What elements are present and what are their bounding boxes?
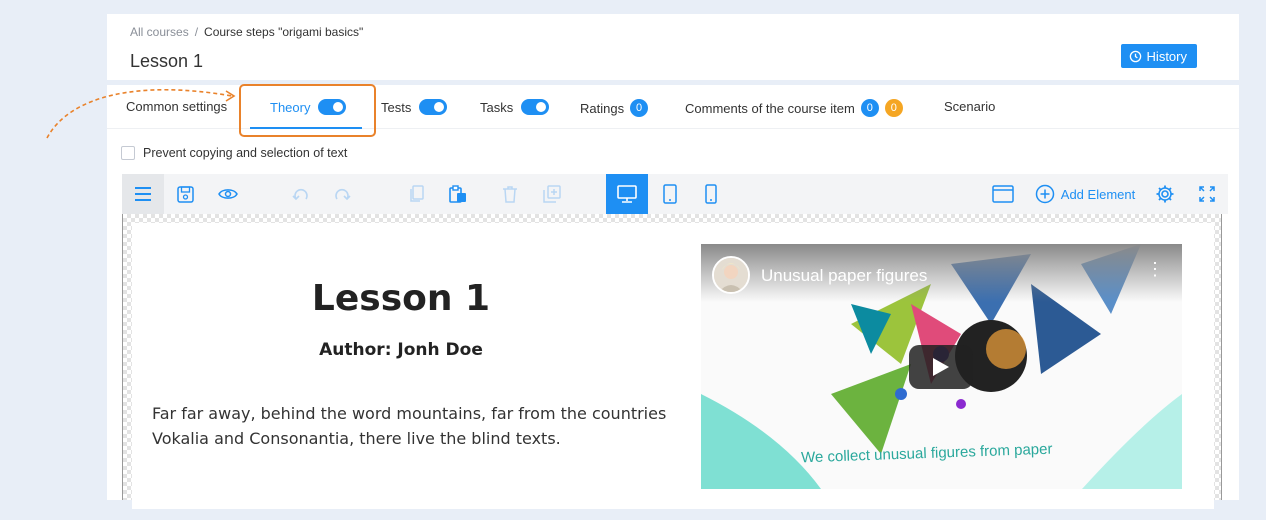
lesson-author: Author: Jonh Doe	[319, 340, 483, 360]
tab-ratings[interactable]: Ratings 0	[580, 99, 649, 117]
fullscreen-button[interactable]	[1196, 174, 1218, 214]
copy-button[interactable]	[406, 174, 428, 214]
plus-circle-icon	[1035, 184, 1055, 204]
comments-count-badge: 0	[860, 99, 879, 117]
desktop-view-button[interactable]	[606, 174, 648, 214]
header-panel: All courses / Course steps "origami basics…	[107, 14, 1239, 80]
delete-button[interactable]	[499, 174, 521, 214]
video-embed[interactable]: Unusual paper figures ⋮ We collect unusu…	[701, 244, 1182, 489]
settings-button[interactable]	[1154, 174, 1176, 214]
lesson-body-text: Far far away, behind the word mountains,…	[152, 404, 667, 448]
main-panel: Common settings Theory Tests Tasks Ratin…	[107, 85, 1239, 509]
menu-button[interactable]	[122, 174, 164, 214]
trash-icon	[503, 186, 517, 203]
editor-toolbar: Add Element	[122, 174, 1228, 214]
preview-button[interactable]	[217, 174, 239, 214]
tab-scenario[interactable]: Scenario	[944, 99, 995, 114]
lesson-heading: Lesson 1	[311, 278, 491, 319]
comments-new-badge: 0	[884, 99, 903, 117]
gear-icon	[1156, 185, 1174, 203]
redo-icon	[335, 188, 351, 201]
tab-label: Tasks	[480, 99, 514, 115]
tasks-toggle[interactable]	[521, 99, 550, 115]
expand-icon	[1199, 186, 1215, 202]
mobile-icon	[705, 184, 717, 204]
duplicate-icon	[543, 185, 561, 203]
tab-label: Tests	[381, 99, 412, 115]
tablet-icon	[663, 184, 677, 204]
desktop-icon	[617, 185, 637, 203]
browser-window-icon	[992, 185, 1014, 203]
history-button-label: History	[1146, 48, 1187, 64]
page-content-block[interactable]: Lesson 1 Author: Jonh Doe Far far away, …	[132, 223, 1214, 509]
mobile-view-button[interactable]	[700, 174, 722, 214]
history-button[interactable]: History	[1120, 44, 1197, 68]
editor-canvas: Lesson 1 Author: Jonh Doe Far far away, …	[122, 214, 1222, 509]
play-icon	[933, 358, 949, 376]
tests-toggle[interactable]	[419, 99, 448, 115]
video-more-icon[interactable]: ⋮	[1146, 260, 1164, 278]
video-title[interactable]: Unusual paper figures	[761, 266, 927, 286]
tab-comments[interactable]: Comments of the course item 0 0	[685, 99, 903, 117]
add-element-label: Add Element	[1060, 186, 1136, 202]
video-play-button[interactable]	[909, 345, 973, 389]
duplicate-button[interactable]	[541, 174, 563, 214]
undo-icon	[292, 188, 308, 201]
copy-icon	[410, 185, 424, 202]
save-button[interactable]	[174, 174, 196, 214]
tab-tests[interactable]: Tests	[381, 99, 448, 115]
channel-avatar[interactable]	[712, 256, 750, 294]
eye-icon	[218, 189, 238, 199]
page-settings-button[interactable]	[990, 174, 1016, 214]
tab-label: Ratings	[580, 100, 625, 116]
save-icon	[176, 185, 194, 203]
paste-icon	[449, 185, 466, 203]
ratings-count-badge: 0	[630, 99, 649, 117]
add-element-button[interactable]: Add Element	[1033, 174, 1137, 214]
hamburger-icon	[135, 187, 151, 201]
tab-label: Comments of the course item	[685, 100, 855, 116]
history-icon	[1129, 50, 1141, 62]
tab-label: Scenario	[944, 99, 996, 114]
undo-button[interactable]	[290, 174, 312, 214]
tab-tasks[interactable]: Tasks	[480, 99, 550, 115]
redo-button[interactable]	[331, 174, 353, 214]
avatar-portrait	[714, 258, 748, 292]
callout-arrow-icon	[46, 88, 236, 139]
tablet-view-button[interactable]	[659, 174, 681, 214]
paste-button[interactable]	[447, 174, 469, 214]
